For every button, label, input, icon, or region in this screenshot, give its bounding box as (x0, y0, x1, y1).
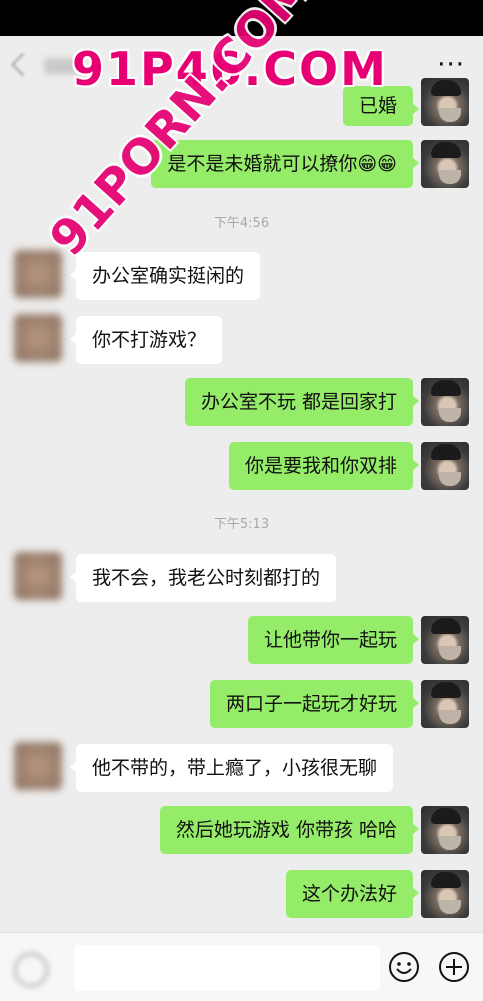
avatar-contact[interactable] (14, 250, 62, 298)
message-bubble-outgoing: 这个办法好 (285, 870, 420, 918)
message-bubble-outgoing: 你是要我和你双排 (228, 442, 420, 490)
message-bubble-outgoing: 然后她玩游戏 你带孩 哈哈 (159, 806, 420, 854)
message-input[interactable] (74, 945, 380, 991)
avatar-self[interactable] (421, 78, 469, 126)
avatar-contact[interactable] (14, 314, 62, 362)
avatar-self[interactable] (421, 616, 469, 664)
message-bubble-outgoing: 是不是未婚就可以撩你😁😁 (151, 140, 419, 188)
avatar-self[interactable] (421, 806, 469, 854)
avatar-self[interactable] (421, 680, 469, 728)
message-bubble-incoming: 你不打游戏？ (69, 316, 223, 364)
message-bubble-outgoing: 办公室不玩 都是回家打 (184, 378, 420, 426)
avatar-self[interactable] (421, 870, 469, 918)
timestamp: 下午5:13 (213, 517, 270, 532)
chevron-left-icon[interactable] (10, 52, 35, 77)
input-bar (0, 932, 483, 1001)
avatar-contact[interactable] (14, 552, 62, 600)
avatar-self[interactable] (421, 442, 469, 490)
message-bubble-incoming: 他不带的，带上瘾了，小孩很无聊 (69, 744, 394, 792)
plus-icon[interactable] (438, 951, 470, 983)
avatar-contact[interactable] (14, 742, 62, 790)
avatar-self[interactable] (421, 140, 469, 188)
emoji-icon[interactable] (388, 951, 420, 983)
message-bubble-incoming: 我不会，我老公时刻都打的 (69, 554, 337, 602)
more-button[interactable]: ··· (437, 52, 465, 78)
avatar-self[interactable] (421, 378, 469, 426)
message-bubble-outgoing: 两口子一起玩才好玩 (209, 680, 420, 728)
voice-icon[interactable] (14, 953, 48, 987)
message-bubble-outgoing: 让他带你一起玩 (247, 616, 420, 664)
message-bubble-incoming: 办公室确实挺闲的 (69, 252, 261, 300)
